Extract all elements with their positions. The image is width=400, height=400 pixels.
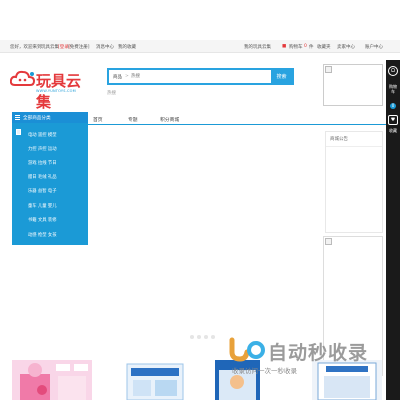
search-category-select[interactable]: 商品 [113,74,122,80]
category-menu-header[interactable]: 全部商品分类 [12,112,88,123]
list-icon [15,115,20,120]
category-image-icon [16,129,21,135]
product-image [12,360,92,400]
notice-panel: 商城公告 [323,131,383,376]
search-button[interactable]: 搜索 [271,70,292,83]
category-menu-title: 全部商品分类 [23,116,51,121]
cart-top-unit: 件 [309,45,314,50]
my-site-link[interactable]: 我的玩具云集 [244,44,271,50]
top-banner-image[interactable] [323,64,383,106]
search-category-chevron-icon[interactable]: > [125,74,129,79]
register-link[interactable]: [免费注册] [68,44,90,50]
cart-top-link[interactable]: 购物车 [289,44,303,50]
search-bar: 商品 > 搜索 [107,68,294,85]
product-card-1[interactable] [12,360,92,400]
seller-center-link[interactable]: 卖家中心 [337,44,355,50]
product-image [125,360,185,400]
user-icon[interactable]: Ω [388,66,398,76]
category-list: 电动 遥控 模型 力控 声控 运动 游戏 拉线 节日 腊日 毛绒 礼品 乐器 益… [12,123,88,245]
favorites-top-link[interactable]: 我的收藏 [118,44,136,50]
nav-points-mall[interactable]: 积分商城 [160,116,179,123]
site-logo[interactable]: 玩具云集 WWW.YUNTOYS.COM [10,68,85,111]
favorite-icon[interactable]: ♥ [388,115,398,125]
hot-search-label[interactable]: 热搜 [107,90,116,96]
sidebar-fav-label[interactable]: 收藏 [389,128,397,133]
logo-url: WWW.YUNTOYS.COM [36,89,76,93]
watermark-text: 自动秒收录 [268,342,369,364]
site-name: 玩具云集 [41,45,59,50]
category-item[interactable]: 游戏 拉线 节日 [28,160,57,166]
carousel-dot[interactable] [211,335,215,339]
top-bar: 您好，欢迎来到 玩具云集 [登录] [免费注册] 消息中心 我的收藏 我的玩具云… [0,40,400,53]
cart-top-count: 0 [304,44,307,49]
cart-top-icon[interactable]: ■ [282,44,286,49]
category-item[interactable]: 动感 枪型 女孩 [28,232,57,238]
carousel-dot[interactable] [204,335,208,339]
sidebar-cart-label[interactable]: 购物车 [389,84,397,94]
category-item[interactable]: 电动 遥控 模型 [28,132,57,138]
category-item[interactable]: 童车 儿童 婴儿 [28,203,57,209]
carousel-dot[interactable] [197,335,201,339]
category-item[interactable]: 书籍 文具 装修 [28,217,57,223]
watermark-logo-icon [229,337,265,362]
nav-home[interactable]: 首页 [93,116,103,123]
carousel-dot[interactable] [190,335,194,339]
nav-divider [88,124,388,125]
watermark-subtext: 收录访问一次一秒收录 [232,367,297,375]
welcome-text: 您好，欢迎来到 [10,45,42,50]
cloud-logo-icon [10,70,36,86]
search-input[interactable] [131,70,271,83]
product-card-2[interactable] [125,360,185,400]
account-center-link[interactable]: 账户中心 [365,44,383,50]
notice-title: 商城公告 [330,137,348,142]
category-item[interactable]: 乐器 益智 电子 [28,188,57,194]
category-item[interactable]: 腊日 毛绒 礼品 [28,174,57,180]
sidebar-cart-count: 0 [390,103,396,109]
right-toolbar: Ω 购物车 0 ♥ 收藏 [386,60,400,400]
watermark: 自动秒收录 收录访问一次一秒收录 [226,336,386,376]
category-item[interactable]: 力控 声控 运动 [28,146,57,152]
notice-divider [326,146,382,147]
nav-topics[interactable]: 专题 [128,116,138,123]
favorites-link[interactable]: 收藏夹 [317,44,331,50]
message-link[interactable]: 消息中心 [96,44,114,50]
